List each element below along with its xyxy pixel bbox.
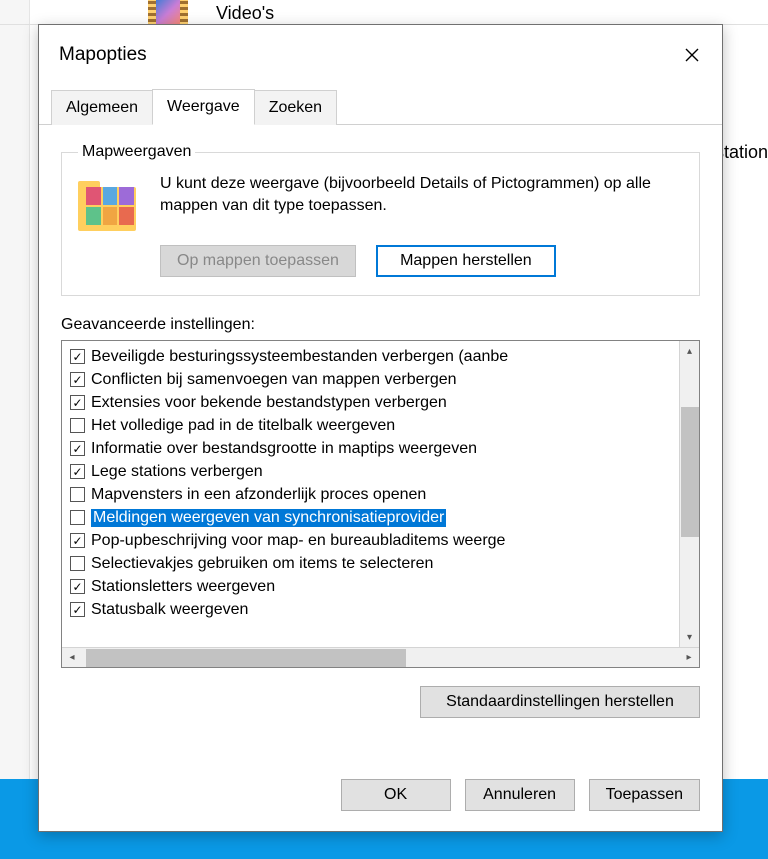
list-item[interactable]: ✓ Beveiligde besturingssysteembestanden v… — [70, 345, 679, 368]
list-item-label: Pop-upbeschrijving voor map- en bureaubl… — [91, 532, 505, 550]
checkbox[interactable]: ✓ — [70, 395, 85, 410]
list-item-label: Het volledige pad in de titelbalk weerge… — [91, 417, 395, 435]
list-item-label: Conflicten bij samenvoegen van mappen ve… — [91, 371, 457, 389]
close-button[interactable] — [676, 39, 708, 71]
list-item-label: Statusbalk weergeven — [91, 601, 248, 619]
apply-to-folders-button: Op mappen toepassen — [160, 245, 356, 277]
scroll-left-icon[interactable]: ◂ — [62, 648, 82, 667]
ok-button[interactable]: OK — [341, 779, 451, 811]
list-item[interactable]: ✓ Conflicten bij samenvoegen van mappen v… — [70, 368, 679, 391]
list-item-label: Selectievakjes gebruiken om items te sel… — [91, 555, 433, 573]
list-item[interactable]: Mapvensters in een afzonderlijk proces o… — [70, 483, 679, 506]
folder-options-dialog: Mapopties Algemeen Weergave Zoeken Mapwe… — [38, 24, 723, 832]
horizontal-scrollbar[interactable]: ◂ ▸ — [62, 647, 699, 667]
list-item[interactable]: Het volledige pad in de titelbalk weerge… — [70, 414, 679, 437]
tab-content: Mapweergaven U kunt deze weergave (bijvo… — [39, 125, 722, 759]
list-item-label: Informatie over bestandsgrootte in mapti… — [91, 440, 477, 458]
list-item[interactable]: ✓ Lege stations verbergen — [70, 460, 679, 483]
checkbox[interactable]: ✓ — [70, 533, 85, 548]
advanced-settings-label: Geavanceerde instellingen: — [61, 316, 700, 334]
checkbox[interactable]: ✓ — [70, 372, 85, 387]
checkbox[interactable]: ✓ — [70, 579, 85, 594]
cancel-button[interactable]: Annuleren — [465, 779, 575, 811]
close-icon — [684, 47, 700, 63]
checkbox[interactable] — [70, 418, 85, 433]
mapweergaven-description: U kunt deze weergave (bijvoorbeeld Detai… — [160, 173, 683, 216]
dialog-button-row: OK Annuleren Toepassen — [39, 759, 722, 831]
list-item[interactable]: ✓ Informatie over bestandsgrootte in mapt… — [70, 437, 679, 460]
list-item[interactable]: ✓ Stationsletters weergeven — [70, 575, 679, 598]
mapweergaven-group: Mapweergaven U kunt deze weergave (bijvo… — [61, 143, 700, 296]
checkbox[interactable]: ✓ — [70, 602, 85, 617]
checkbox[interactable] — [70, 487, 85, 502]
checkbox[interactable] — [70, 510, 85, 525]
scroll-up-icon[interactable]: ▴ — [680, 341, 699, 361]
explorer-item-label: Video's — [216, 3, 274, 24]
list-item-label: Lege stations verbergen — [91, 463, 263, 481]
list-item[interactable]: ✓ Extensies voor bekende bestandstypen ve… — [70, 391, 679, 414]
restore-defaults-button[interactable]: Standaardinstellingen herstellen — [420, 686, 700, 718]
checkbox[interactable]: ✓ — [70, 349, 85, 364]
list-item[interactable]: Selectievakjes gebruiken om items te sel… — [70, 552, 679, 575]
list-item[interactable]: ✓ Statusbalk weergeven — [70, 598, 679, 621]
dialog-title: Mapopties — [59, 44, 147, 66]
scroll-thumb-vertical[interactable] — [681, 407, 699, 537]
scroll-down-icon[interactable]: ▾ — [680, 627, 699, 647]
explorer-sidebar-edge — [0, 0, 30, 859]
list-item[interactable]: Meldingen weergeven van synchronisatiepr… — [70, 506, 679, 529]
mapweergaven-legend: Mapweergaven — [78, 143, 195, 161]
checkbox[interactable] — [70, 556, 85, 571]
list-item-label: Beveiligde besturingssysteembestanden ve… — [91, 348, 508, 366]
tab-strip: Algemeen Weergave Zoeken — [39, 89, 722, 125]
tab-algemeen[interactable]: Algemeen — [51, 90, 153, 125]
list-item-label: Extensies voor bekende bestandstypen ver… — [91, 394, 447, 412]
folder-views-icon — [78, 177, 140, 231]
title-bar: Mapopties — [39, 25, 722, 81]
list-item-label: Stationsletters weergeven — [91, 578, 275, 596]
scroll-right-icon[interactable]: ▸ — [679, 648, 699, 667]
advanced-settings-list: ✓ Beveiligde besturingssysteembestanden v… — [61, 340, 700, 668]
list-item-label: Mapvensters in een afzonderlijk proces o… — [91, 486, 426, 504]
list-item-label: Meldingen weergeven van synchronisatiepr… — [91, 509, 446, 527]
advanced-settings-items[interactable]: ✓ Beveiligde besturingssysteembestanden v… — [62, 341, 679, 647]
reset-folders-button[interactable]: Mappen herstellen — [376, 245, 556, 277]
vertical-scrollbar[interactable]: ▴ ▾ — [679, 341, 699, 647]
apply-button[interactable]: Toepassen — [589, 779, 700, 811]
tab-weergave[interactable]: Weergave — [152, 89, 255, 125]
scroll-thumb-horizontal[interactable] — [86, 649, 406, 667]
checkbox[interactable]: ✓ — [70, 464, 85, 479]
list-item[interactable]: ✓ Pop-upbeschrijving voor map- en bureaub… — [70, 529, 679, 552]
checkbox[interactable]: ✓ — [70, 441, 85, 456]
tab-zoeken[interactable]: Zoeken — [254, 90, 337, 125]
